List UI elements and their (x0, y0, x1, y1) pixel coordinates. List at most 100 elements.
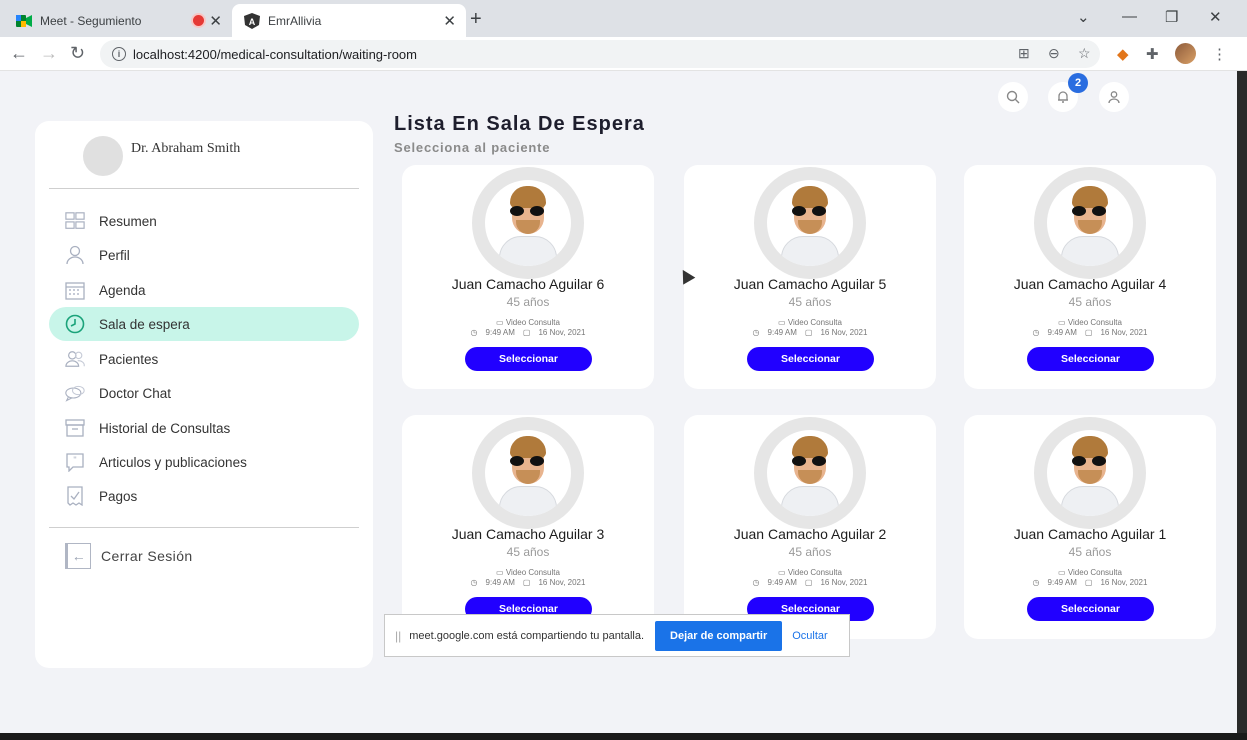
new-tab-icon[interactable]: + (470, 8, 482, 31)
consultation-meta: ◷ 9:49 AM ▢ 16 Nov, 2021 (402, 328, 654, 337)
metamask-icon[interactable]: ◆ (1117, 45, 1129, 63)
patient-age: 45 años (788, 295, 832, 309)
tab-emrallivia[interactable]: A EmrAllivia ✕ (232, 4, 466, 37)
consultation-time: 9:49 AM (485, 578, 515, 587)
close-tab-icon[interactable]: ✕ (443, 12, 456, 30)
consultation-meta: ◷ 9:49 AM ▢ 16 Nov, 2021 (684, 328, 936, 337)
clock-icon: ◷ (752, 578, 760, 587)
sidebar-item-doctor-chat[interactable]: Doctor Chat (49, 376, 359, 410)
close-tab-icon[interactable]: ✕ (209, 12, 222, 30)
select-patient-button[interactable]: Seleccionar (1027, 347, 1154, 371)
taskbar-edge (0, 733, 1247, 740)
sidebar-item-label: Agenda (99, 282, 146, 298)
video-icon: ▭ (496, 568, 506, 577)
select-patient-button[interactable]: Seleccionar (465, 347, 592, 371)
patient-card: Juan Camacho Aguilar 6 45 años ▭ Video C… (402, 165, 654, 389)
more-menu-icon[interactable]: ⋮ (1212, 45, 1227, 63)
calendar-icon: ▢ (522, 328, 531, 337)
minimize-icon[interactable]: — (1122, 8, 1137, 25)
consultation-meta: ◷ 9:49 AM ▢ 16 Nov, 2021 (964, 578, 1216, 587)
consultation-time: 9:49 AM (767, 578, 797, 587)
stop-sharing-button[interactable]: Dejar de compartir (655, 620, 783, 651)
translate-icon[interactable]: ⊞ (1018, 45, 1030, 62)
consultation-date: 16 Nov, 2021 (538, 578, 586, 587)
sidebar-item-resumen[interactable]: Resumen (49, 204, 359, 238)
sidebar-item-agenda[interactable]: Agenda (49, 273, 359, 307)
search-button[interactable] (998, 82, 1028, 112)
clock-icon (65, 314, 85, 334)
calendar-icon (65, 280, 85, 300)
select-patient-button[interactable]: Seleccionar (1027, 597, 1154, 621)
patient-name: Juan Camacho Aguilar 1 (1013, 526, 1167, 542)
select-patient-button[interactable]: Seleccionar (747, 347, 874, 371)
user-menu-button[interactable] (1099, 82, 1129, 112)
browser-tabstrip: Meet - Segumiento ✕ A EmrAllivia ✕ + ⌄ —… (0, 0, 1247, 37)
consultation-type: ▭ Video Consulta (684, 318, 936, 327)
drag-handle-icon[interactable]: || (395, 629, 401, 643)
consultation-type-label: Video Consulta (505, 318, 560, 327)
sidebar-item-historial[interactable]: Historial de Consultas (49, 411, 359, 445)
extensions-icon[interactable]: ✚ (1146, 45, 1159, 63)
restore-icon[interactable]: ❐ (1165, 8, 1178, 26)
sidebar-item-pacientes[interactable]: Pacientes (49, 342, 359, 376)
sidebar-item-sala-de-espera[interactable]: Sala de espera (49, 307, 359, 341)
hide-share-bar-button[interactable]: Ocultar (792, 630, 827, 642)
tab-search-icon[interactable]: ⌄ (1077, 8, 1090, 26)
quote-icon: " (65, 452, 85, 472)
recording-icon (193, 15, 204, 26)
user-icon (1108, 91, 1120, 104)
scrollbar[interactable] (1237, 71, 1247, 733)
patient-photo (472, 417, 584, 529)
consultation-date: 16 Nov, 2021 (1100, 578, 1148, 587)
payment-icon (65, 486, 85, 506)
calendar-icon: ▢ (804, 328, 813, 337)
patient-name: Juan Camacho Aguilar 4 (1013, 276, 1167, 292)
patient-age: 45 años (506, 545, 550, 559)
zoom-icon[interactable]: ⊖ (1048, 45, 1060, 62)
sidebar-item-label: Doctor Chat (99, 385, 172, 401)
clock-icon: ◷ (1032, 328, 1040, 337)
calendar-icon: ▢ (804, 578, 813, 587)
video-icon: ▭ (496, 318, 506, 327)
bookmark-star-icon[interactable]: ☆ (1078, 45, 1091, 62)
doctor-avatar (83, 136, 123, 176)
clock-icon: ◷ (752, 328, 760, 337)
consultation-date: 16 Nov, 2021 (538, 328, 586, 337)
sidebar-item-pagos[interactable]: Pagos (49, 479, 359, 513)
back-icon[interactable]: ← (10, 43, 28, 64)
sidebar-item-label: Perfil (99, 247, 130, 263)
sidebar-item-perfil[interactable]: Perfil (49, 238, 359, 272)
consultation-time: 9:49 AM (1047, 328, 1077, 337)
sidebar-item-label: Pagos (99, 488, 138, 504)
patient-photo (1034, 417, 1146, 529)
patient-age: 45 años (788, 545, 832, 559)
consultation-type-label: Video Consulta (1067, 568, 1122, 577)
clock-icon: ◷ (470, 578, 478, 587)
patient-name: Juan Camacho Aguilar 6 (451, 276, 605, 292)
patient-photo (1034, 167, 1146, 279)
logout-button[interactable]: ← Cerrar Sesión (65, 543, 193, 569)
consultation-type: ▭ Video Consulta (684, 568, 936, 577)
patient-age: 45 años (1068, 545, 1112, 559)
video-icon: ▭ (778, 318, 788, 327)
video-icon: ▭ (1058, 318, 1068, 327)
sidebar: Dr. Abraham Smith Resumen Perfil Agenda … (35, 121, 373, 668)
svg-text:": " (73, 455, 76, 465)
consultation-date: 16 Nov, 2021 (1100, 328, 1148, 337)
video-icon: ▭ (778, 568, 788, 577)
share-message: meet.google.com está compartiendo tu pan… (409, 629, 645, 642)
page-content: 2 Dr. Abraham Smith Resumen Perfil Agend… (0, 71, 1237, 733)
tab-meet[interactable]: Meet - Segumiento ✕ (0, 4, 232, 37)
address-bar[interactable]: i localhost:4200/medical-consultation/wa… (100, 40, 1100, 68)
consultation-type-label: Video Consulta (1067, 318, 1122, 327)
page-title: Lista En Sala De Espera (394, 113, 645, 135)
profile-avatar[interactable] (1175, 43, 1196, 64)
consultation-time: 9:49 AM (1047, 578, 1077, 587)
sidebar-item-articulos[interactable]: " Articulos y publicaciones (49, 445, 359, 479)
info-icon[interactable]: i (112, 47, 126, 61)
reload-icon[interactable]: ↻ (70, 43, 85, 64)
close-window-icon[interactable]: ✕ (1209, 8, 1222, 26)
sidebar-item-label: Articulos y publicaciones (99, 454, 247, 470)
consultation-meta: ◷ 9:49 AM ▢ 16 Nov, 2021 (964, 328, 1216, 337)
forward-icon[interactable]: → (40, 43, 58, 64)
